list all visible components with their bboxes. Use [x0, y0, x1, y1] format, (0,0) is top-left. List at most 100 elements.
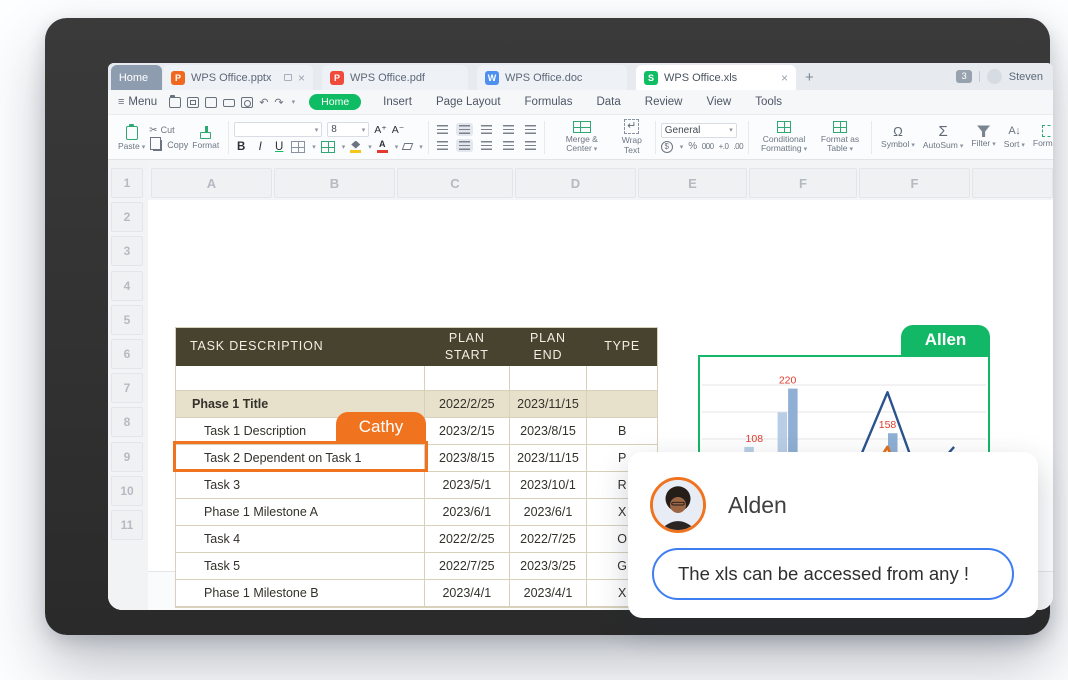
align-center-button[interactable]	[456, 139, 473, 152]
user-avatar[interactable]	[987, 69, 1002, 84]
table-row[interactable]: Task 42022/2/252022/7/25O	[176, 526, 657, 553]
table-row[interactable]	[176, 366, 657, 391]
cell-value: 2023/6/1	[524, 505, 573, 519]
row-header-9[interactable]: 9	[111, 442, 143, 472]
row-header-5[interactable]: 5	[111, 305, 143, 335]
copy-button[interactable]: Copy	[149, 140, 188, 151]
format-as-table-button[interactable]: Format as Table▾	[814, 118, 866, 157]
align-middle-button[interactable]	[456, 123, 473, 136]
cut-button[interactable]: ✂ Cut	[149, 125, 188, 136]
table-row[interactable]: Phase 1 Milestone B2023/4/12023/4/1X	[176, 580, 657, 607]
document-tab-wps-office-pdf[interactable]: PWPS Office.pdf	[322, 65, 468, 90]
row-header-8[interactable]: 8	[111, 407, 143, 437]
merge-center-button[interactable]: Merge & Center▾	[550, 118, 614, 157]
autosum-button[interactable]: Σ AutoSum▾	[919, 118, 967, 157]
currency-icon[interactable]: $	[661, 141, 673, 153]
column-header-3[interactable]: C	[397, 168, 513, 198]
cell-value: 2023/3/25	[520, 559, 576, 573]
font-size-combo[interactable]: 8▾	[327, 122, 369, 137]
font-color-button[interactable]: A	[377, 140, 388, 153]
number-format-combo[interactable]: General▾	[661, 123, 737, 138]
ribbon-tab-tools[interactable]: Tools	[755, 96, 782, 108]
document-tab-wps-office-doc[interactable]: WWPS Office.doc	[477, 65, 627, 90]
comment-input[interactable]: The xls can be accessed from any !	[652, 548, 1014, 600]
redo-icon[interactable]: ↷	[274, 96, 283, 109]
row-header-1[interactable]: 1	[111, 168, 143, 198]
row-header-2[interactable]: 2	[111, 202, 143, 232]
new-tab-button[interactable]: +	[805, 69, 814, 86]
document-tab-wps-office-xls[interactable]: SWPS Office.xls×	[636, 65, 796, 90]
eraser-icon[interactable]	[402, 143, 414, 150]
table-row[interactable]: Task 52022/7/252023/3/25G	[176, 553, 657, 580]
ribbon-tab-data[interactable]: Data	[596, 96, 620, 108]
percent-icon[interactable]: %	[688, 141, 696, 152]
increase-decimal-icon[interactable]: +.0	[719, 142, 729, 151]
copy-icon	[153, 140, 162, 151]
format-cells-button[interactable]: Format▾	[1029, 118, 1053, 157]
thousands-separator-icon[interactable]: 000	[702, 142, 714, 151]
undo-icon[interactable]: ↶	[259, 96, 268, 109]
close-tab-icon[interactable]: ×	[298, 71, 305, 85]
wrap-text-button[interactable]: ↵ Wrap Text	[614, 118, 650, 157]
align-right-button[interactable]	[478, 139, 495, 152]
filter-button[interactable]: Filter▾	[967, 118, 999, 157]
print-icon[interactable]	[223, 99, 235, 107]
decrease-font-icon[interactable]: A⁻	[392, 124, 405, 136]
print-preview-icon[interactable]	[241, 97, 253, 108]
ribbon-tab-formulas[interactable]: Formulas	[525, 96, 573, 108]
align-bottom-button[interactable]	[478, 123, 495, 136]
notification-badge[interactable]: 3	[956, 70, 971, 83]
document-tab-wps-office-pptx[interactable]: PWPS Office.pptx×	[163, 65, 313, 90]
open-file-icon[interactable]	[169, 97, 181, 108]
italic-button[interactable]: I	[253, 141, 267, 153]
close-tab-icon[interactable]: ×	[781, 71, 788, 85]
row-header-4[interactable]: 4	[111, 271, 143, 301]
row-header-10[interactable]: 10	[111, 476, 143, 506]
bold-button[interactable]: B	[234, 141, 248, 153]
ribbon-tab-page-layout[interactable]: Page Layout	[436, 96, 501, 108]
column-header-5[interactable]: E	[638, 168, 747, 198]
fill-color-button[interactable]	[350, 141, 361, 153]
save-icon[interactable]	[187, 97, 199, 108]
table-row[interactable]: Phase 1 Milestone A2023/6/12023/6/1X	[176, 499, 657, 526]
selected-cell-outline[interactable]	[173, 441, 428, 472]
cell-style-icon[interactable]	[321, 141, 335, 153]
user-name[interactable]: Steven	[1009, 71, 1043, 83]
font-name-combo[interactable]: ▾	[234, 122, 322, 137]
ribbon-tab-view[interactable]: View	[706, 96, 731, 108]
paste-button[interactable]: Paste▾	[114, 118, 149, 157]
ribbon-tab-insert[interactable]: Insert	[383, 96, 412, 108]
distribute-button[interactable]	[522, 139, 539, 152]
symbol-button[interactable]: Ω Symbol▾	[877, 118, 919, 157]
justify-button[interactable]	[500, 139, 517, 152]
ribbon-tab-review[interactable]: Review	[645, 96, 683, 108]
align-top-button[interactable]	[434, 123, 451, 136]
format-as-table-icon	[833, 121, 847, 133]
row-header-3[interactable]: 3	[111, 236, 143, 266]
underline-button[interactable]: U	[272, 141, 286, 153]
format-painter-button[interactable]: Format	[188, 118, 223, 157]
cell-value: Task 4	[204, 532, 240, 546]
borders-icon[interactable]	[291, 141, 305, 153]
more-caret-icon[interactable]: ▾	[292, 98, 296, 106]
decrease-decimal-icon[interactable]: .00	[733, 142, 743, 151]
align-left-button[interactable]	[434, 139, 451, 152]
row-header-7[interactable]: 7	[111, 373, 143, 403]
ribbon-tab-home[interactable]: Home	[309, 94, 361, 110]
row-header-6[interactable]: 6	[111, 339, 143, 369]
table-row[interactable]: Task 32023/5/12023/10/1R	[176, 472, 657, 499]
conditional-formatting-button[interactable]: Conditional Formatting▾	[754, 118, 814, 157]
increase-indent-button[interactable]	[522, 123, 539, 136]
increase-font-icon[interactable]: A⁺	[374, 124, 387, 136]
document-tab-home[interactable]: Home	[111, 65, 162, 90]
column-header-4[interactable]: D	[515, 168, 636, 198]
decrease-indent-button[interactable]	[500, 123, 517, 136]
column-header-6[interactable]: F	[749, 168, 857, 198]
column-header-1[interactable]: A	[151, 168, 272, 198]
column-header-7[interactable]: F	[859, 168, 970, 198]
export-icon[interactable]	[205, 97, 217, 108]
main-menu-button[interactable]: ≡ Menu	[118, 96, 157, 108]
sort-button[interactable]: A↓ Sort▾	[1000, 118, 1029, 157]
column-header-2[interactable]: B	[274, 168, 395, 198]
row-header-11[interactable]: 11	[111, 510, 143, 540]
